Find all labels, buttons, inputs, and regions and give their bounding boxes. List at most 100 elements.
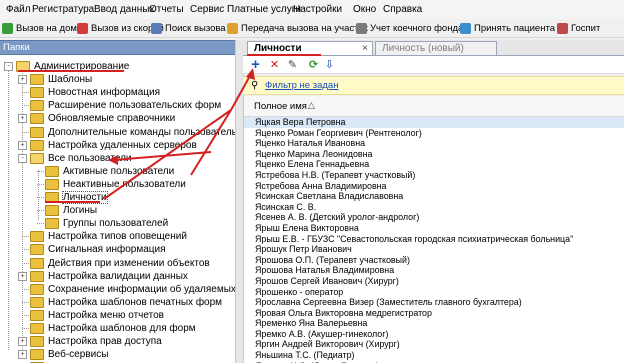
table-row[interactable]: Ястребова Н.В. (Терапевт участковый) (244, 170, 624, 181)
table-row[interactable]: Яровая Ольга Викторовна медрегистратор (244, 308, 624, 319)
table-row[interactable]: Яньшина Т.С. (Педиатр) (244, 350, 624, 361)
folders-panel-title: Папки (3, 42, 30, 53)
table-row[interactable]: Ястребова Анна Владимировна (244, 181, 624, 192)
menu-item-4[interactable]: Сервис (190, 4, 224, 15)
folder-icon (30, 309, 44, 321)
tree-node[interactable]: Настройка меню отчетов (30, 309, 164, 322)
table-row[interactable]: Ясинская Светлана Владиславовна (244, 191, 624, 202)
menu-item-8[interactable]: Справка (383, 4, 422, 15)
table-row[interactable]: Ярыш Е.В. - ГБУЗС "Севастопольская город… (244, 234, 624, 245)
toolbar-button-3[interactable]: Передача вызова на участок (227, 21, 368, 35)
tree-node[interactable]: Сигнальная информация (30, 243, 166, 256)
tree-node-label: Обновляемые справочники (48, 113, 176, 125)
table-row[interactable]: Ясинская С. В. (244, 202, 624, 213)
expand-icon[interactable]: + (18, 75, 27, 85)
tree-node[interactable]: Личности (45, 191, 108, 204)
tree-node-label: Настройка типов оповещений (48, 231, 187, 243)
export-icon[interactable]: ⇩ (323, 58, 336, 71)
toolbar-button-6[interactable]: Госпит (557, 21, 600, 35)
toolbar-button-4[interactable]: Учет коечного фонда (356, 21, 463, 35)
bed-icon (356, 22, 367, 34)
expand-icon[interactable]: + (18, 337, 27, 347)
refresh-icon[interactable]: ⟳ (307, 58, 320, 71)
table-row[interactable]: Ярошенко - оператор (244, 287, 624, 298)
toolbar-button-label: Поиск вызова (165, 22, 226, 34)
collapse-icon[interactable]: - (18, 153, 27, 163)
folder-icon (30, 296, 44, 308)
tree-guide-line (22, 314, 29, 316)
tree-node[interactable]: Настройка типов оповещений (30, 230, 187, 243)
menu-item-7[interactable]: Окно (353, 4, 376, 15)
tab-persons[interactable]: Личности × (247, 41, 373, 55)
tree-node[interactable]: Администрирование (16, 60, 129, 73)
tree-node[interactable]: Обновляемые справочники (30, 112, 175, 125)
table-row[interactable]: Яремко А.В. (Акушер-гинеколог) (244, 329, 624, 340)
tree-node[interactable]: Шаблоны (30, 73, 92, 86)
table-row[interactable]: Ярошук Петр Иванович (244, 244, 624, 255)
tree-node[interactable]: Логины (45, 204, 97, 217)
table-row[interactable]: Яргин Андрей Викторович (Хирург) (244, 339, 624, 350)
folder-icon (45, 218, 59, 230)
folder-icon (30, 283, 44, 295)
grid-header[interactable]: Полное имя △ (244, 96, 624, 117)
add-icon[interactable]: + (249, 56, 262, 73)
table-row[interactable]: Яценко Елена Геннадьевна (244, 159, 624, 170)
tree-node[interactable]: Неактивные пользователи (45, 178, 186, 191)
table-row[interactable]: Яременко Яна Валерьевна (244, 318, 624, 329)
tree-node[interactable]: Дополнительные команды пользовательско (30, 126, 235, 139)
menu-item-6[interactable]: Настройки (293, 4, 342, 15)
collapse-icon[interactable]: - (4, 62, 13, 71)
tree-guide-line (22, 92, 29, 94)
expand-icon[interactable]: + (18, 114, 27, 124)
tree-node[interactable]: Действия при изменении объектов (30, 257, 210, 270)
toolbar-button-label: Принять пациента (474, 22, 555, 34)
tree-node[interactable]: Веб-сервисы (30, 348, 108, 361)
tree-node-label: Администрирование (34, 61, 130, 72)
table-row[interactable]: Яцкая Вера Петровна (244, 117, 624, 128)
menu-item-0[interactable]: Файл (6, 4, 31, 15)
tree-node[interactable]: Все пользователи (30, 152, 132, 165)
close-tab-icon[interactable]: × (362, 43, 368, 54)
tree-node[interactable]: Настройка удаленных серверов (30, 139, 197, 152)
table-row[interactable]: Яценко Роман Георгиевич (Рентгенолог) (244, 128, 624, 139)
tree-node-label: Сохранение информации об удаляемых объ (48, 283, 235, 295)
tree-node[interactable]: Группы пользователей (45, 217, 168, 230)
toolbar-button-5[interactable]: Принять пациента (460, 21, 555, 35)
menu-item-5[interactable]: Платные услуги (227, 4, 301, 15)
tree-node[interactable]: Настройка прав доступа (30, 335, 162, 348)
tree-node[interactable]: Активные пользователи (45, 165, 174, 178)
column-full-name[interactable]: Полное имя (254, 101, 307, 112)
menu-item-2[interactable]: Ввод данных (94, 4, 154, 15)
tab-person-new[interactable]: Личность (новый) (375, 41, 497, 55)
filter-link[interactable]: Фильтр не задан (265, 80, 338, 91)
expand-icon[interactable]: + (18, 271, 27, 281)
binoculars-icon: ⚲ (251, 80, 259, 91)
toolbar-button-2[interactable]: Поиск вызова (151, 21, 226, 35)
tree-node[interactable]: Новостная информация (30, 86, 160, 99)
tree-node[interactable]: Настройка шаблонов печатных форм (30, 296, 222, 309)
tree-node-label: Новостная информация (48, 87, 161, 99)
delete-icon[interactable]: ✕ (268, 58, 281, 71)
table-row[interactable]: Ярыш Елена Викторовна (244, 223, 624, 234)
tree-node[interactable]: Расширение пользовательских форм (30, 99, 221, 112)
table-row[interactable]: Ярошова Наталья Владимировна (244, 265, 624, 276)
table-row[interactable]: Ярославна Сергеевна Визер (Заместитель г… (244, 297, 624, 308)
tree-node[interactable]: Настройка валидации данных (30, 270, 188, 283)
sort-ascending-icon[interactable]: △ (308, 100, 315, 111)
menu-item-3[interactable]: Отчеты (149, 4, 184, 15)
expand-icon[interactable]: + (18, 350, 27, 360)
filter-bar: ⚲ Фильтр не задан (243, 76, 624, 95)
tree-node[interactable]: Сохранение информации об удаляемых объ (30, 283, 235, 296)
edit-icon[interactable]: ✎ (286, 58, 299, 71)
table-row[interactable]: Ярошов Сергей Иванович (Хирург) (244, 276, 624, 287)
expand-icon[interactable]: + (18, 140, 27, 150)
menu-item-1[interactable]: Регистратура (32, 4, 94, 15)
table-row[interactable]: Яценко Наталья Ивановна (244, 138, 624, 149)
tree-node[interactable]: Настройка шаблонов для форм (30, 322, 196, 335)
house-check-icon (2, 22, 13, 34)
tree-node-label: Расширение пользовательских форм (48, 100, 222, 112)
table-row[interactable]: Яценко Марина Леонидовна (244, 149, 624, 160)
table-row[interactable]: Ясенев А. В. (Детский уролог-андролог) (244, 212, 624, 223)
toolbar-button-0[interactable]: Вызов на дом (2, 21, 77, 35)
table-row[interactable]: Ярошова О.П. (Терапевт участковый) (244, 255, 624, 266)
